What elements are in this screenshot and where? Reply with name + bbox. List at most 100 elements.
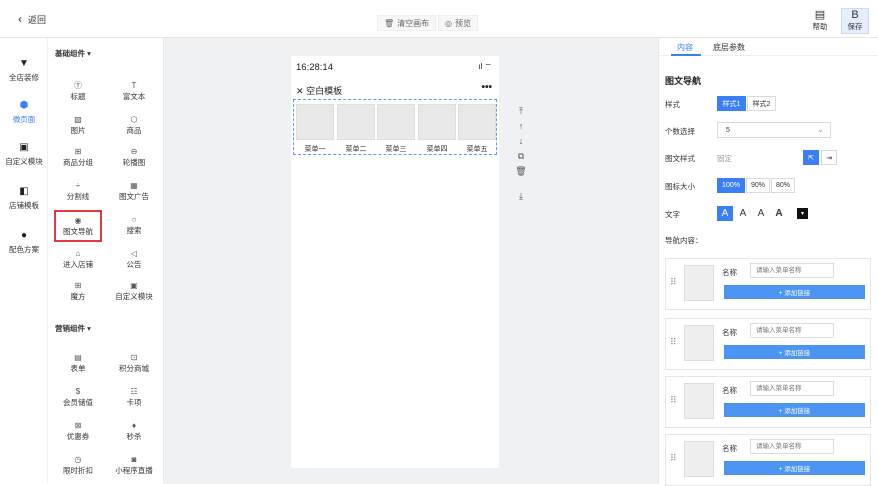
image-placeholder-icon[interactable]: [684, 325, 714, 361]
move-top-icon[interactable]: ⤒: [514, 104, 528, 119]
component-enter-store[interactable]: ⌂ 进入店铺: [52, 248, 104, 270]
component-search[interactable]: ○ 搜索: [108, 214, 160, 236]
component-magic-cube[interactable]: ⊞ 魔方: [52, 280, 104, 302]
nav-menu-item[interactable]: 菜单四: [418, 104, 456, 154]
menu-name-input[interactable]: [750, 323, 834, 338]
component-points-mall[interactable]: ⊡ 积分商城: [108, 352, 160, 374]
component-product-group[interactable]: ⊞ 商品分组: [52, 146, 104, 168]
component-mini-live[interactable]: ◙ 小程序直播: [108, 454, 160, 476]
save-button[interactable]: B 保存: [841, 8, 869, 34]
text-style-2[interactable]: A: [735, 206, 751, 221]
image-style-value: 固定: [717, 154, 732, 163]
more-icon[interactable]: •••: [481, 82, 492, 93]
component-coupon[interactable]: ⊠ 优惠券: [52, 420, 104, 442]
tab-bottom-params[interactable]: 底层参数: [713, 42, 745, 53]
nav-item-store-decoration[interactable]: ▼ 全店装修: [0, 58, 48, 83]
icon-size-100[interactable]: 100%: [717, 178, 745, 193]
component-member-balance[interactable]: $ 会员储值: [52, 386, 104, 408]
icon-size-80[interactable]: 80%: [771, 178, 795, 193]
text-color-picker[interactable]: ▾: [797, 208, 808, 219]
count-select[interactable]: 5 ⌄: [717, 122, 831, 138]
style-option-2[interactable]: 样式2: [747, 96, 776, 111]
back-button[interactable]: ‹ 返回: [18, 13, 46, 26]
compass-icon: ◉: [74, 216, 82, 225]
component-image-nav[interactable]: ◉ 图文导航: [54, 210, 102, 242]
nav-item-color-scheme[interactable]: ● 配色方案: [0, 230, 48, 255]
component-image[interactable]: ▨ 图片: [52, 114, 104, 136]
image-nav-block[interactable]: 菜单一 菜单二 菜单三 菜单四 菜单五: [293, 99, 497, 155]
text-style-3[interactable]: A: [753, 206, 769, 221]
image-placeholder-icon: [377, 104, 415, 140]
marketing-components-header[interactable]: 营销组件 ▾: [55, 323, 91, 334]
page-title: ✕ 空白模板: [296, 86, 343, 96]
brush-icon: ▼: [19, 58, 29, 69]
menu-name-input[interactable]: [750, 263, 834, 278]
drag-handle-icon[interactable]: ⠿: [670, 453, 677, 464]
nav-menu-item[interactable]: 菜单五: [458, 104, 496, 154]
image-placeholder-icon: [337, 104, 375, 140]
component-panel: 基础组件 ▾ Ⓣ 标题 T 富文本 ▨ 图片 ⬡ 商品 ⊞ 商品分组 ⊖ 轮播图 ÷ 分割线 …: [48, 38, 164, 484]
basic-components-header[interactable]: 基础组件 ▾: [55, 48, 91, 59]
component-carousel[interactable]: ⊖ 轮播图: [108, 146, 160, 168]
drag-handle-icon[interactable]: ⠿: [670, 337, 677, 348]
menu-name-input[interactable]: [750, 381, 834, 396]
menu-name-input[interactable]: [750, 439, 834, 454]
nav-menu-item[interactable]: 菜单一: [296, 104, 334, 154]
add-link-button[interactable]: + 添加链接: [724, 461, 865, 475]
style-option-1[interactable]: 样式1: [717, 96, 746, 111]
form-icon: ▤: [74, 353, 82, 362]
speaker-icon: ◁: [130, 249, 138, 258]
help-button[interactable]: ▤ 帮助: [807, 8, 833, 34]
palette-icon: ●: [20, 230, 28, 241]
component-title[interactable]: Ⓣ 标题: [52, 80, 104, 102]
image-placeholder-icon[interactable]: [684, 265, 714, 301]
fixed-style-icon[interactable]: ⇱: [803, 150, 819, 165]
delete-icon[interactable]: 🗑: [514, 164, 528, 179]
live-icon: ◙: [131, 455, 137, 464]
nav-menu-item[interactable]: 菜单二: [337, 104, 375, 154]
image-placeholder-icon[interactable]: [684, 441, 714, 477]
tab-content[interactable]: 内容: [677, 42, 693, 53]
text-style-1[interactable]: A: [717, 206, 733, 221]
image-placeholder-icon[interactable]: [684, 383, 714, 419]
image-placeholder-icon: [418, 104, 456, 140]
title-icon: Ⓣ: [74, 81, 82, 90]
preview-button[interactable]: ◎ 预览: [438, 15, 478, 31]
component-time-discount[interactable]: ◷ 限时折扣: [52, 454, 104, 476]
copy-icon[interactable]: ⧉: [514, 149, 528, 164]
scroll-style-icon[interactable]: ⇥: [821, 150, 837, 165]
component-notice[interactable]: ◁ 公告: [108, 248, 160, 270]
move-down-icon[interactable]: ↓: [514, 134, 528, 149]
cube-icon: ⬢: [19, 100, 29, 111]
add-link-button[interactable]: + 添加链接: [724, 403, 865, 417]
rich-text-icon: T: [131, 81, 137, 90]
nav-item-store-template[interactable]: ◧ 店铺模板: [0, 186, 48, 211]
add-link-button[interactable]: + 添加链接: [724, 285, 865, 299]
chevron-left-icon: ‹: [18, 12, 22, 26]
component-divider[interactable]: ÷ 分割线: [52, 180, 104, 202]
text-style-4[interactable]: A: [771, 206, 787, 221]
move-bottom-icon[interactable]: ⤓: [514, 189, 528, 204]
image-ad-icon: ▦: [130, 181, 138, 190]
nav-item-micro-page[interactable]: ⬢ 微页面: [0, 100, 48, 125]
drag-handle-icon[interactable]: ⠿: [670, 277, 677, 288]
nav-menu-item[interactable]: 菜单三: [377, 104, 415, 154]
box-icon: ⬡: [130, 115, 138, 124]
component-form[interactable]: ▤ 表单: [52, 352, 104, 374]
cube-grid-icon: ⊞: [74, 281, 82, 290]
component-card-item[interactable]: ☷ 卡项: [108, 386, 160, 408]
icon-size-90[interactable]: 90%: [746, 178, 770, 193]
component-image-ad[interactable]: ▦ 图文广告: [108, 180, 160, 202]
drag-handle-icon[interactable]: ⠿: [670, 395, 677, 406]
add-link-button[interactable]: + 添加链接: [724, 345, 865, 359]
component-custom-module[interactable]: ▣ 自定义模块: [108, 280, 160, 302]
clear-canvas-button[interactable]: 🗑 清空画布: [377, 15, 437, 31]
close-icon[interactable]: ✕: [296, 86, 304, 96]
component-flash-sale[interactable]: ♦ 秒杀: [108, 420, 160, 442]
component-rich-text[interactable]: T 富文本: [108, 80, 160, 102]
nav-item-custom-module[interactable]: ▣ 自定义模块: [0, 142, 48, 167]
move-up-icon[interactable]: ↑: [514, 119, 528, 134]
component-product[interactable]: ⬡ 商品: [108, 114, 160, 136]
image-icon: ▨: [74, 115, 82, 124]
top-bar: ‹ 返回 🗑 清空画布 ◎ 预览 ▤ 帮助 B 保存: [0, 0, 878, 38]
